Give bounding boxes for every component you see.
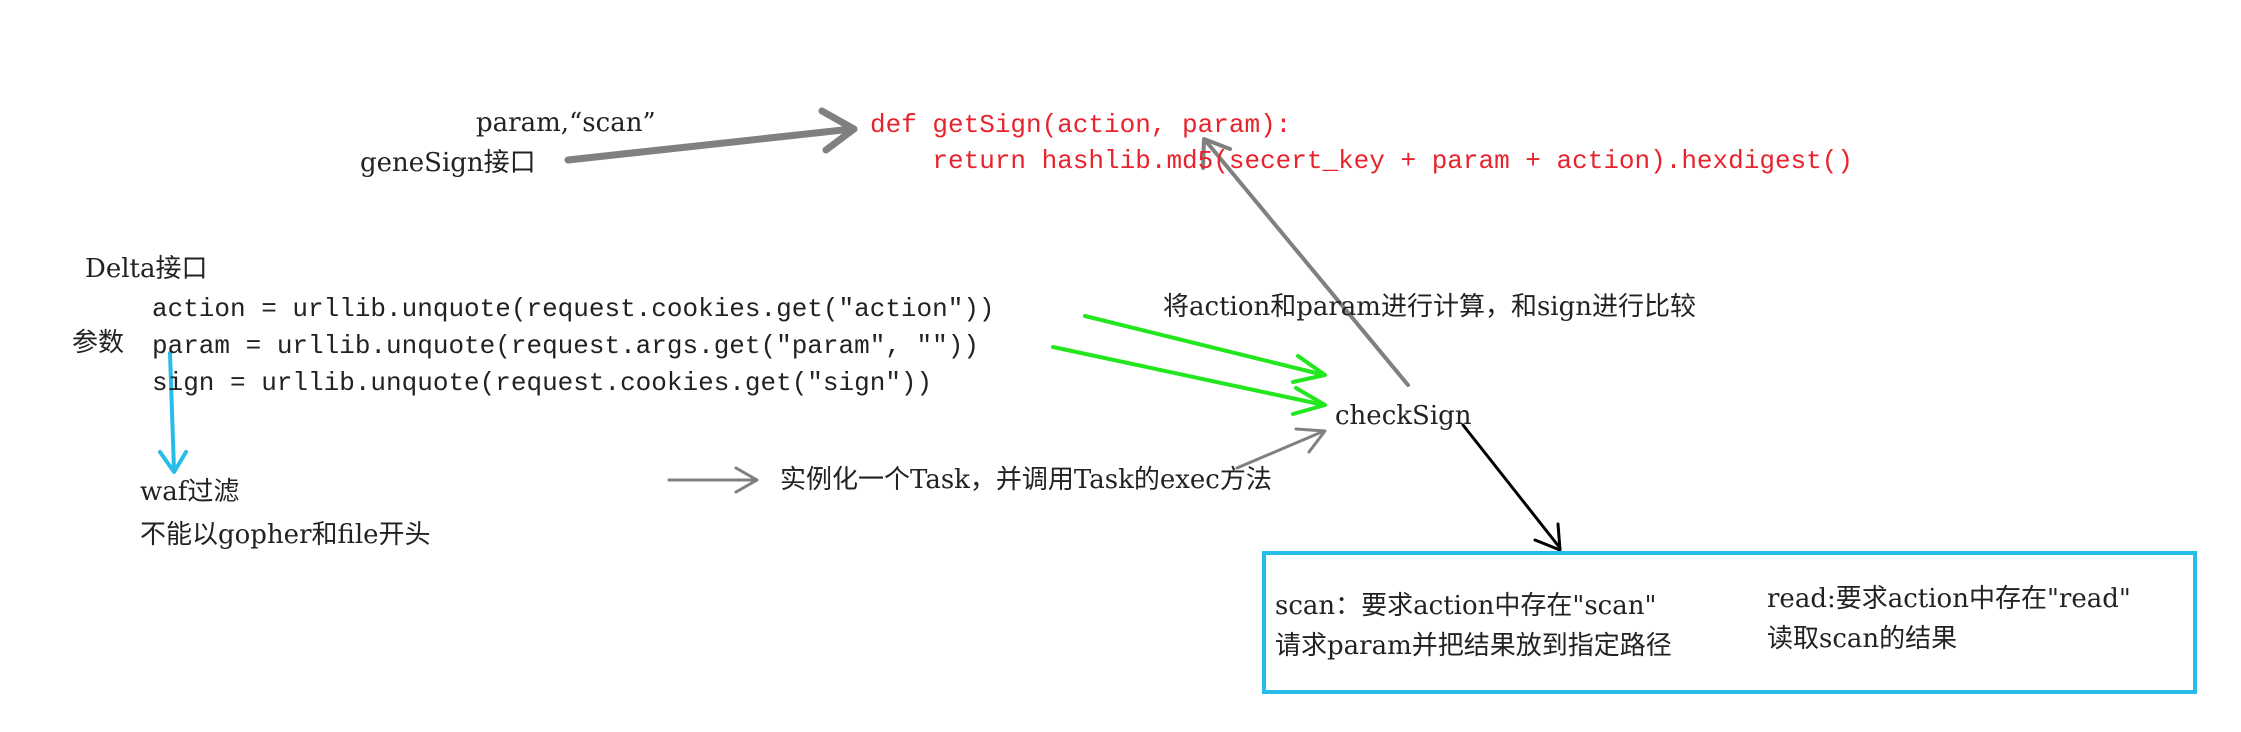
scan-description-label: 请求param并把结果放到指定路径 [1275, 631, 1672, 661]
result-box [1262, 551, 2197, 694]
scan-requirement-label: scan：要求action中存在"scan" [1275, 591, 1657, 621]
param-scan-label: param,“scan” [476, 108, 656, 138]
checksign-node: checkSign [1335, 401, 1472, 431]
code-sign-line: sign = urllib.unquote(request.cookies.ge… [152, 368, 933, 398]
code-def-getsign: def getSign(action, param): [870, 110, 1292, 140]
code-action-line: action = urllib.unquote(request.cookies.… [152, 294, 995, 324]
arrow-checksign-to-result [1461, 423, 1562, 552]
no-gopher-file-label: 不能以gopher和file开头 [140, 520, 431, 550]
arrow-param-to-checksign [1051, 345, 1327, 416]
instantiate-task-label: 实例化一个Task，并调用Task的exec方法 [780, 465, 1272, 495]
delta-api-label: Delta接口 [85, 254, 208, 284]
genesign-api-label: geneSign接口 [360, 148, 536, 178]
read-description-label: 读取scan的结果 [1767, 624, 1958, 654]
code-param-line: param = urllib.unquote(request.args.get(… [152, 331, 979, 361]
compute-compare-label: 将action和param进行计算，和sign进行比较 [1163, 292, 1697, 322]
arrow-action-to-checksign [1083, 314, 1327, 384]
waf-filter-label: waf过滤 [140, 477, 240, 507]
arrow-task-to-checksign [1235, 427, 1327, 470]
read-requirement-label: read:要求action中存在"read" [1767, 584, 2131, 614]
params-label: 参数 [72, 328, 125, 358]
code-return-md5: return hashlib.md5(secert_key + param + … [870, 146, 1853, 176]
arrow-to-instantiate-task [667, 466, 759, 494]
